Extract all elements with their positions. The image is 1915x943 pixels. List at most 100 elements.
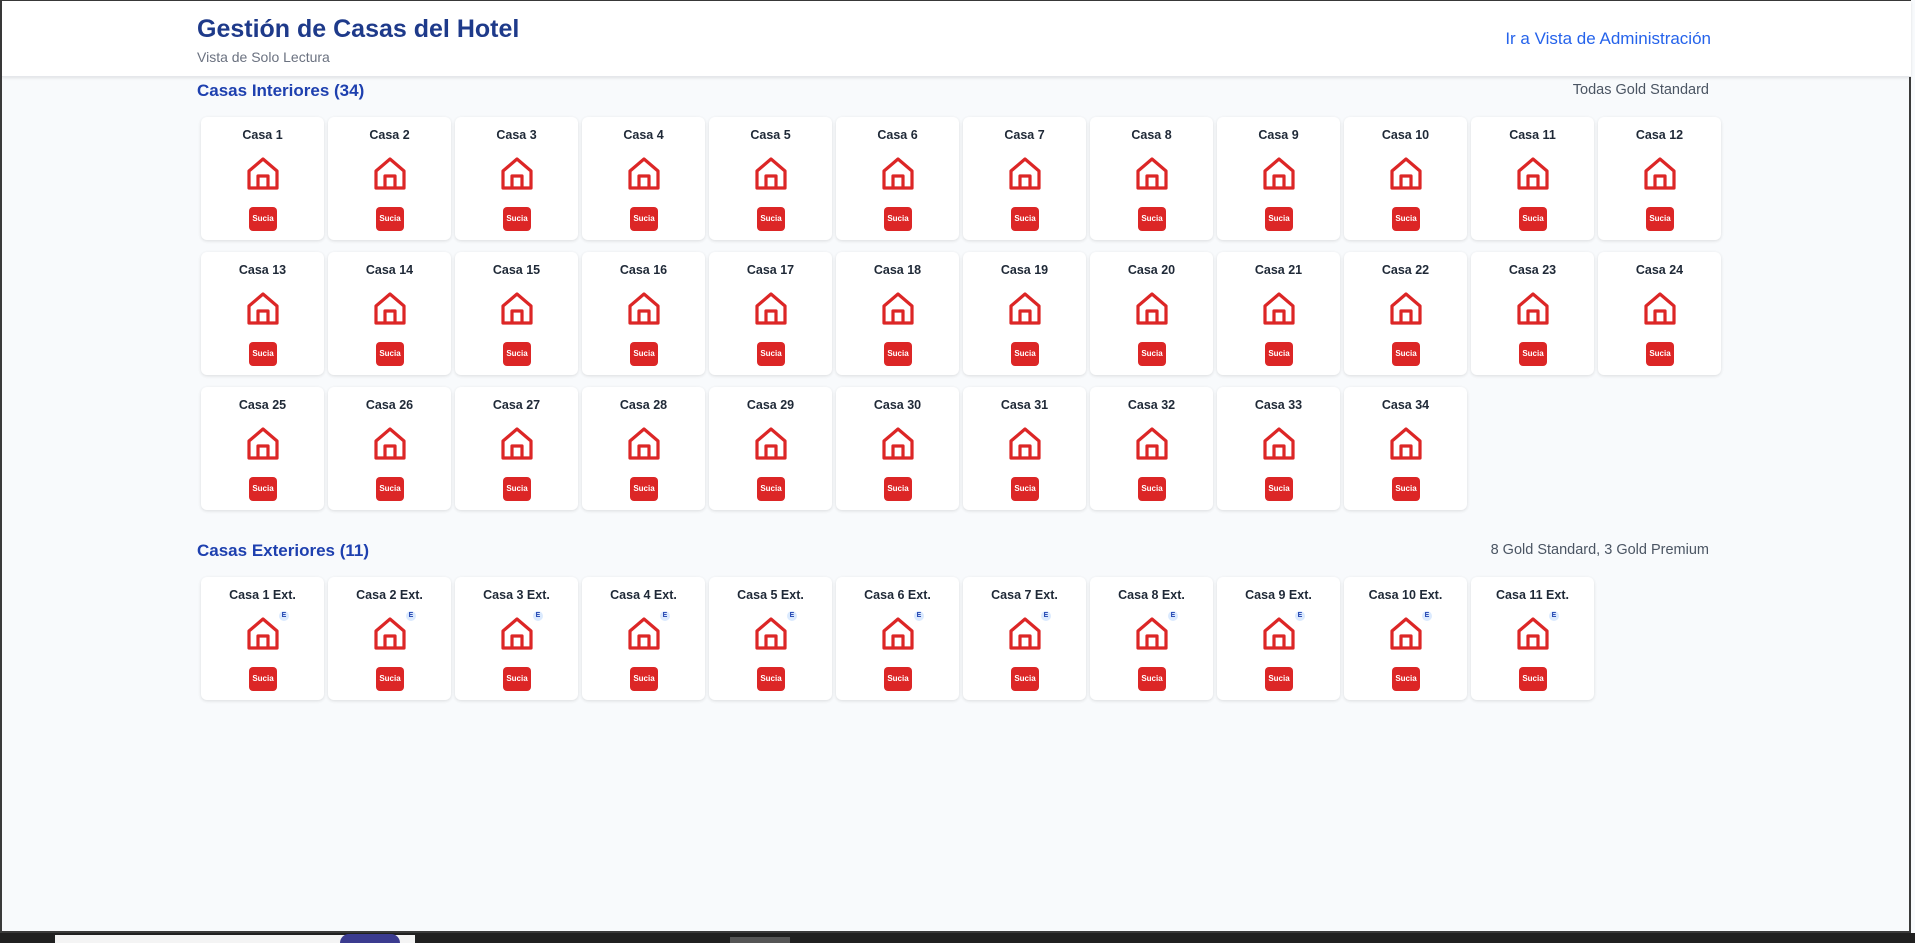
status-badge[interactable]: Sucia <box>1519 342 1547 366</box>
status-badge[interactable]: Sucia <box>249 667 277 691</box>
status-badge[interactable]: Sucia <box>376 667 404 691</box>
status-badge[interactable]: Sucia <box>1519 207 1547 231</box>
house-card[interactable]: Casa 11 Ext. E Sucia <box>1471 577 1594 700</box>
taskbar-app-icon[interactable] <box>340 934 400 943</box>
house-card[interactable]: Casa 18 Sucia <box>836 252 959 375</box>
admin-view-link[interactable]: Ir a Vista de Administración <box>1505 29 1711 49</box>
house-card[interactable]: Casa 24 Sucia <box>1598 252 1721 375</box>
status-badge[interactable]: Sucia <box>884 207 912 231</box>
house-card[interactable]: Casa 17 Sucia <box>709 252 832 375</box>
status-badge[interactable]: Sucia <box>503 667 531 691</box>
house-card[interactable]: Casa 22 Sucia <box>1344 252 1467 375</box>
house-card[interactable]: Casa 26 Sucia <box>328 387 451 510</box>
house-name: Casa 11 <box>1509 128 1556 142</box>
status-badge[interactable]: Sucia <box>1138 477 1166 501</box>
house-card[interactable]: Casa 7 Sucia <box>963 117 1086 240</box>
house-card[interactable]: Casa 31 Sucia <box>963 387 1086 510</box>
house-name: Casa 9 <box>1258 128 1299 142</box>
status-badge[interactable]: Sucia <box>249 207 277 231</box>
house-card[interactable]: Casa 2 Sucia <box>328 117 451 240</box>
status-badge[interactable]: Sucia <box>630 342 658 366</box>
status-badge[interactable]: Sucia <box>1265 477 1293 501</box>
status-badge[interactable]: Sucia <box>376 207 404 231</box>
status-badge[interactable]: Sucia <box>1392 342 1420 366</box>
status-badge[interactable]: Sucia <box>249 342 277 366</box>
status-badge[interactable]: Sucia <box>757 342 785 366</box>
status-badge[interactable]: Sucia <box>630 667 658 691</box>
house-icon <box>1134 615 1170 651</box>
house-card[interactable]: Casa 8 Ext. E Sucia <box>1090 577 1213 700</box>
status-badge[interactable]: Sucia <box>757 207 785 231</box>
status-badge[interactable]: Sucia <box>757 477 785 501</box>
status-badge[interactable]: Sucia <box>884 477 912 501</box>
house-card[interactable]: Casa 6 Ext. E Sucia <box>836 577 959 700</box>
house-card[interactable]: Casa 9 Sucia <box>1217 117 1340 240</box>
house-icon <box>1007 615 1043 651</box>
status-badge[interactable]: Sucia <box>1138 667 1166 691</box>
house-card[interactable]: Casa 32 Sucia <box>1090 387 1213 510</box>
status-badge[interactable]: Sucia <box>1646 342 1674 366</box>
status-badge[interactable]: Sucia <box>1392 477 1420 501</box>
status-badge[interactable]: Sucia <box>1392 667 1420 691</box>
status-badge[interactable]: Sucia <box>376 342 404 366</box>
status-badge[interactable]: Sucia <box>884 342 912 366</box>
house-card[interactable]: Casa 29 Sucia <box>709 387 832 510</box>
house-card[interactable]: Casa 10 Sucia <box>1344 117 1467 240</box>
house-card[interactable]: Casa 7 Ext. E Sucia <box>963 577 1086 700</box>
exterior-badge: E <box>660 611 670 621</box>
taskbar-item[interactable] <box>730 937 790 943</box>
house-card[interactable]: Casa 25 Sucia <box>201 387 324 510</box>
house-card[interactable]: Casa 13 Sucia <box>201 252 324 375</box>
house-card[interactable]: Casa 5 Ext. E Sucia <box>709 577 832 700</box>
house-card[interactable]: Casa 19 Sucia <box>963 252 1086 375</box>
status-badge[interactable]: Sucia <box>1646 207 1674 231</box>
status-badge[interactable]: Sucia <box>1265 667 1293 691</box>
status-badge[interactable]: Sucia <box>630 207 658 231</box>
house-icon <box>499 615 535 651</box>
house-card[interactable]: Casa 34 Sucia <box>1344 387 1467 510</box>
status-badge[interactable]: Sucia <box>1392 207 1420 231</box>
house-card[interactable]: Casa 1 Ext. E Sucia <box>201 577 324 700</box>
house-card[interactable]: Casa 4 Sucia <box>582 117 705 240</box>
status-badge[interactable]: Sucia <box>376 477 404 501</box>
status-badge[interactable]: Sucia <box>1138 207 1166 231</box>
house-card[interactable]: Casa 21 Sucia <box>1217 252 1340 375</box>
house-card[interactable]: Casa 12 Sucia <box>1598 117 1721 240</box>
status-badge[interactable]: Sucia <box>1011 477 1039 501</box>
status-badge[interactable]: Sucia <box>503 342 531 366</box>
status-badge[interactable]: Sucia <box>1011 207 1039 231</box>
status-badge[interactable]: Sucia <box>503 477 531 501</box>
house-card[interactable]: Casa 2 Ext. E Sucia <box>328 577 451 700</box>
status-badge[interactable]: Sucia <box>884 667 912 691</box>
status-badge[interactable]: Sucia <box>1011 342 1039 366</box>
house-card[interactable]: Casa 20 Sucia <box>1090 252 1213 375</box>
house-card[interactable]: Casa 27 Sucia <box>455 387 578 510</box>
status-badge[interactable]: Sucia <box>1265 342 1293 366</box>
house-card[interactable]: Casa 10 Ext. E Sucia <box>1344 577 1467 700</box>
house-card[interactable]: Casa 3 Ext. E Sucia <box>455 577 578 700</box>
house-name: Casa 17 <box>746 263 795 277</box>
house-card[interactable]: Casa 15 Sucia <box>455 252 578 375</box>
house-card[interactable]: Casa 5 Sucia <box>709 117 832 240</box>
status-badge[interactable]: Sucia <box>1519 667 1547 691</box>
status-badge[interactable]: Sucia <box>503 207 531 231</box>
house-card[interactable]: Casa 28 Sucia <box>582 387 705 510</box>
house-card[interactable]: Casa 8 Sucia <box>1090 117 1213 240</box>
status-badge[interactable]: Sucia <box>1265 207 1293 231</box>
house-card[interactable]: Casa 6 Sucia <box>836 117 959 240</box>
house-card[interactable]: Casa 3 Sucia <box>455 117 578 240</box>
status-badge[interactable]: Sucia <box>1011 667 1039 691</box>
house-card[interactable]: Casa 33 Sucia <box>1217 387 1340 510</box>
status-badge[interactable]: Sucia <box>757 667 785 691</box>
house-card[interactable]: Casa 14 Sucia <box>328 252 451 375</box>
house-card[interactable]: Casa 1 Sucia <box>201 117 324 240</box>
status-badge[interactable]: Sucia <box>1138 342 1166 366</box>
house-card[interactable]: Casa 30 Sucia <box>836 387 959 510</box>
status-badge[interactable]: Sucia <box>249 477 277 501</box>
status-badge[interactable]: Sucia <box>630 477 658 501</box>
house-card[interactable]: Casa 23 Sucia <box>1471 252 1594 375</box>
house-card[interactable]: Casa 9 Ext. E Sucia <box>1217 577 1340 700</box>
house-card[interactable]: Casa 4 Ext. E Sucia <box>582 577 705 700</box>
house-card[interactable]: Casa 11 Sucia <box>1471 117 1594 240</box>
house-card[interactable]: Casa 16 Sucia <box>582 252 705 375</box>
